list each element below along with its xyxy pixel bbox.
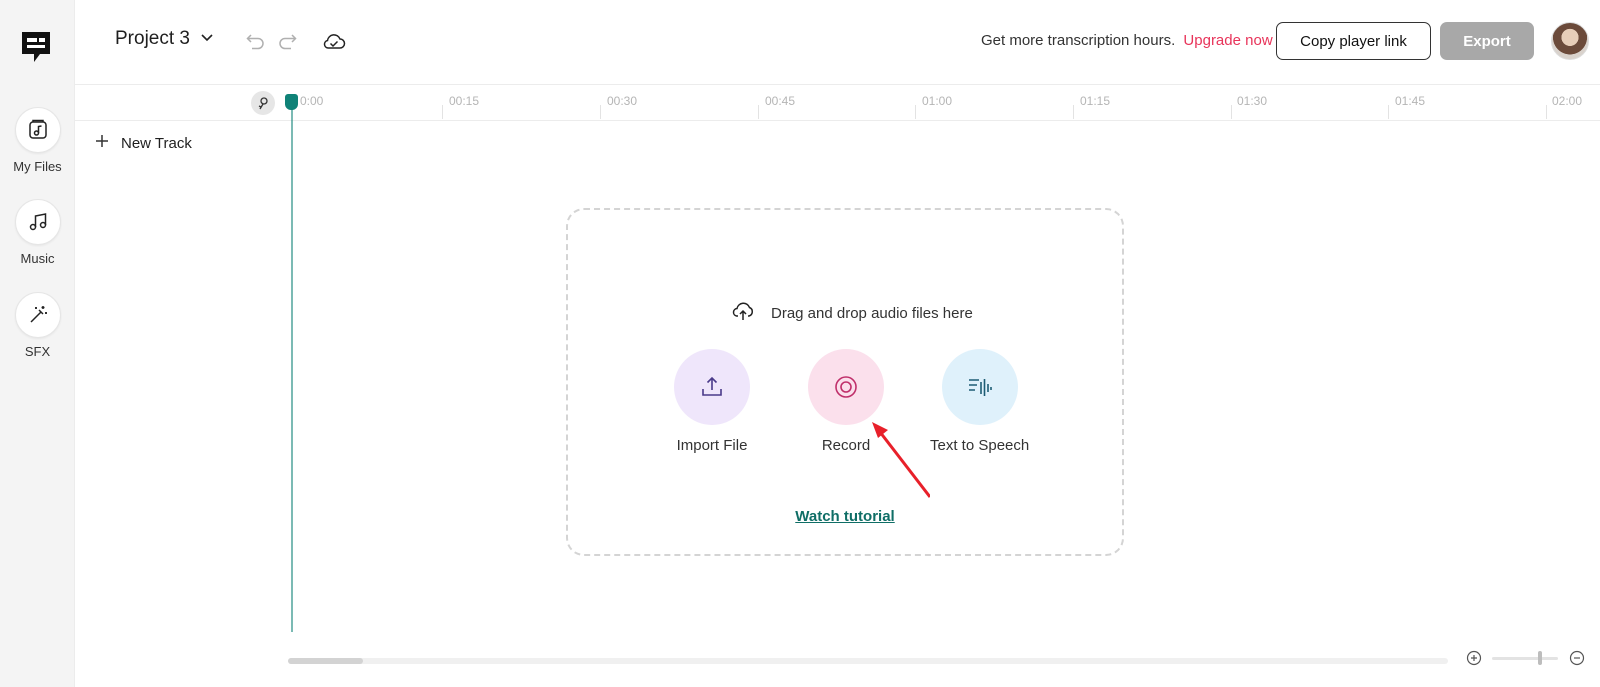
undo-icon[interactable] xyxy=(243,29,269,55)
ruler-tick-label: 02:00 xyxy=(1552,94,1583,108)
watch-tutorial-link[interactable]: Watch tutorial xyxy=(568,508,1122,525)
project-name: Project 3 xyxy=(115,28,190,49)
plus-icon xyxy=(95,134,109,153)
new-track-label: New Track xyxy=(121,135,192,152)
avatar[interactable] xyxy=(1551,22,1589,60)
zoom-slider[interactable] xyxy=(1492,657,1558,660)
ruler-tick-line xyxy=(1231,105,1232,119)
ruler-tick-label: 0:00 xyxy=(300,94,324,108)
sidebar-item-label: My Files xyxy=(13,159,62,174)
audio-drop-zone[interactable]: Drag and drop audio files here Import Fi… xyxy=(566,208,1124,556)
sidebar-item-label: SFX xyxy=(24,344,51,359)
upload-icon xyxy=(674,349,750,425)
ruler-tick-line xyxy=(1388,105,1389,119)
text-to-speech-icon xyxy=(941,349,1018,425)
timeline-ruler[interactable]: 0:00 00:15 00:30 00:45 01:00 01:15 01:30… xyxy=(75,85,1600,121)
snap-marker-icon[interactable] xyxy=(251,91,275,115)
magic-wand-icon xyxy=(14,292,61,338)
annotation-arrow-icon xyxy=(872,422,930,498)
promo-text: Get more transcription hours. xyxy=(981,32,1176,49)
playhead-line xyxy=(291,108,293,632)
sidebar-item-music[interactable]: Music xyxy=(0,199,75,266)
redo-icon[interactable] xyxy=(274,29,300,55)
cloud-upload-icon xyxy=(731,300,755,326)
text-to-speech-button[interactable]: Text to Speech xyxy=(930,349,1029,454)
action-label: Record xyxy=(821,437,871,454)
ruler-tick-line xyxy=(1546,105,1547,119)
ruler-tick-label: 01:30 xyxy=(1237,94,1268,108)
project-selector[interactable]: Project 3 xyxy=(115,28,214,50)
music-note-icon xyxy=(14,199,61,245)
cloud-saved-icon[interactable] xyxy=(321,29,347,55)
timeline-scrollbar[interactable] xyxy=(288,658,1448,664)
action-label: Import File xyxy=(676,437,748,454)
ruler-tick-line xyxy=(600,105,601,119)
chat-bubble-logo-icon[interactable] xyxy=(18,28,54,66)
zoom-slider-thumb[interactable] xyxy=(1538,651,1542,665)
ruler-tick-label: 00:15 xyxy=(449,94,480,108)
app-window: My Files Music SFX Project 3 Get more tr… xyxy=(0,0,1600,687)
copy-player-link-button[interactable]: Copy player link xyxy=(1276,22,1431,60)
timeline-scrollbar-thumb[interactable] xyxy=(288,658,363,664)
ruler-tick-label: 00:45 xyxy=(765,94,796,108)
action-label: Text to Speech xyxy=(930,437,1030,454)
ruler-tick-line xyxy=(915,105,916,119)
upgrade-now-link[interactable]: Upgrade now xyxy=(1183,32,1272,49)
top-bar: Project 3 Get more transcription hours. … xyxy=(75,0,1600,85)
ruler-tick-line xyxy=(442,105,443,119)
sidebar-item-my-files[interactable]: My Files xyxy=(0,107,75,174)
sidebar-item-sfx[interactable]: SFX xyxy=(0,292,75,359)
promo-banner: Get more transcription hours. Upgrade no… xyxy=(981,32,1273,49)
ruler-tick-label: 00:30 xyxy=(607,94,638,108)
chevron-down-icon xyxy=(200,30,214,49)
left-sidebar: My Files Music SFX xyxy=(0,0,75,687)
music-file-icon xyxy=(14,107,61,153)
drag-drop-text: Drag and drop audio files here xyxy=(771,304,973,322)
drag-drop-hint: Drag and drop audio files here xyxy=(731,300,973,326)
ruler-tick-label: 01:15 xyxy=(1080,94,1111,108)
record-icon xyxy=(808,349,884,425)
new-track-button[interactable]: New Track xyxy=(95,134,192,153)
ruler-tick-line xyxy=(1073,105,1074,119)
ruler-tick-label: 01:45 xyxy=(1395,94,1426,108)
zoom-in-icon[interactable] xyxy=(1465,649,1483,667)
ruler-tick-label: 01:00 xyxy=(922,94,953,108)
export-button[interactable]: Export xyxy=(1440,22,1534,60)
ruler-tick-line xyxy=(758,105,759,119)
sidebar-item-label: Music xyxy=(20,251,55,266)
import-file-button[interactable]: Import File xyxy=(674,349,750,454)
zoom-out-icon[interactable] xyxy=(1568,649,1586,667)
